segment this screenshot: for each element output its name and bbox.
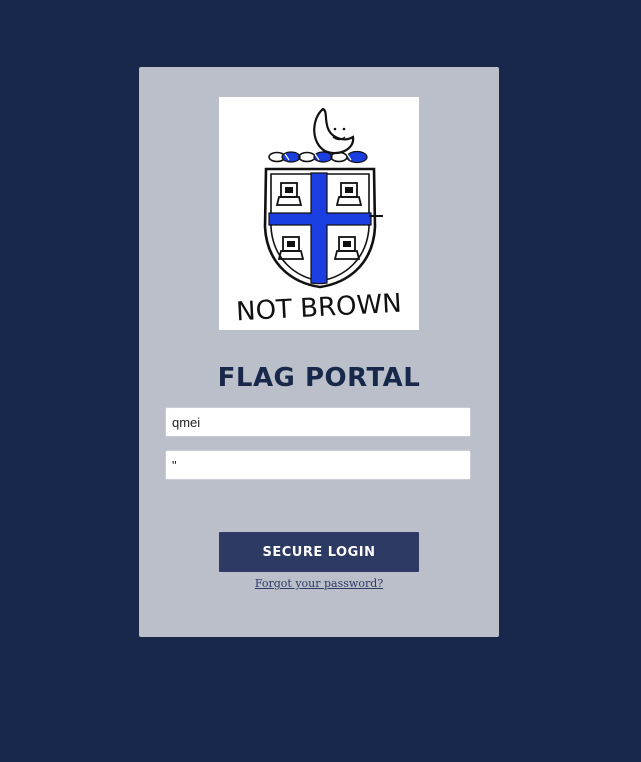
password-input[interactable]: [165, 450, 471, 480]
crest-logo-icon: NOT BROWN: [235, 107, 402, 328]
crest-logo: NOT BROWN: [219, 97, 419, 330]
forgot-password-link[interactable]: Forgot your password?: [139, 577, 499, 590]
logo-caption: NOT BROWN: [235, 289, 402, 328]
login-card: NOT BROWN FLAG PORTAL SECURE LOGIN Forgo…: [139, 67, 499, 637]
moon-icon: [313, 107, 355, 155]
secure-login-button[interactable]: SECURE LOGIN: [219, 532, 419, 572]
wreath-icon: [268, 150, 368, 164]
username-input[interactable]: [165, 407, 471, 437]
page-title: FLAG PORTAL: [217, 363, 421, 393]
